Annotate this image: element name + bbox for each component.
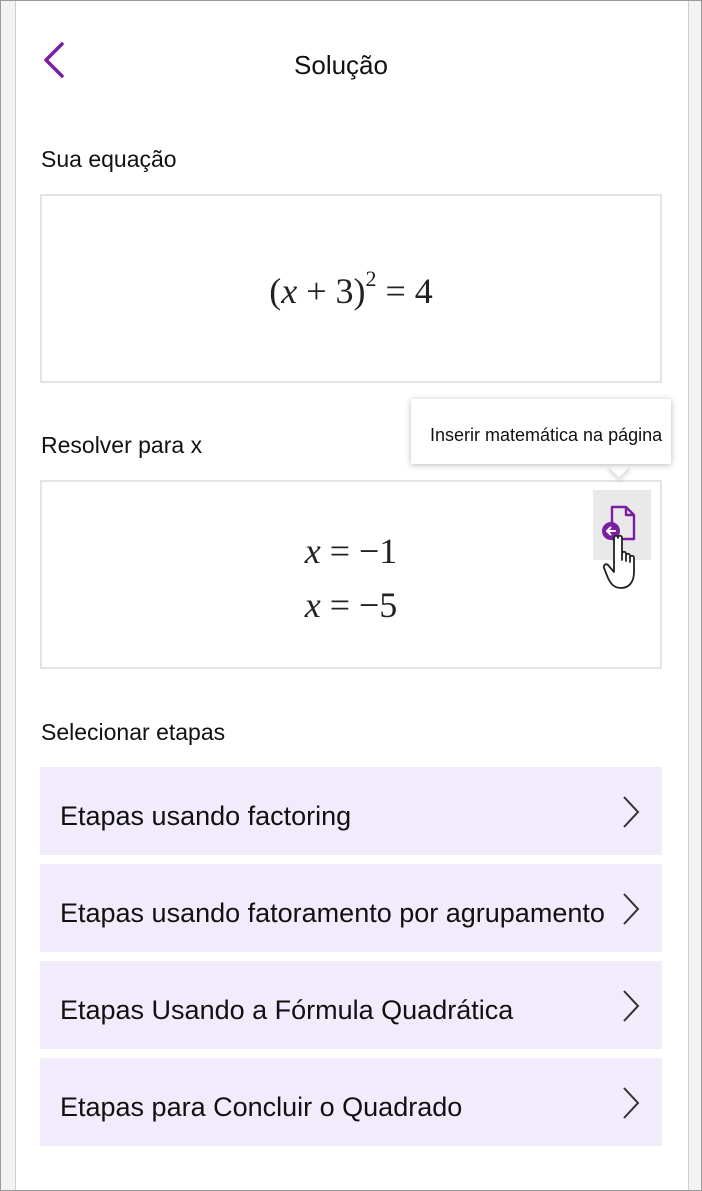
insert-math-tooltip: Inserir matemática na página	[411, 399, 671, 464]
hand-cursor-icon	[602, 534, 635, 589]
solution-variable: x	[304, 531, 321, 571]
step-option-complete-square[interactable]: Etapas para Concluir o Quadrado	[40, 1058, 662, 1146]
solution-line: x = −1	[42, 530, 660, 572]
solution-variable: x	[304, 585, 321, 625]
equation-exponent: 2	[365, 266, 377, 291]
solution-value: = −5	[320, 585, 398, 625]
equation-rhs: = 4	[376, 271, 433, 311]
solution-value: = −1	[320, 531, 398, 571]
chevron-right-icon	[623, 893, 640, 925]
equation-display: (x + 3)2 = 4	[42, 266, 660, 312]
step-option-factoring[interactable]: Etapas usando factoring	[40, 767, 662, 855]
equation-section-label: Sua equação	[41, 146, 177, 172]
chevron-right-icon	[623, 990, 640, 1022]
equation-plus-term: + 3)	[297, 271, 366, 311]
equation-box: (x + 3)2 = 4	[40, 194, 662, 383]
step-option-label: Etapas para Concluir o Quadrado	[60, 1092, 463, 1122]
chevron-right-icon	[623, 796, 640, 828]
window-frame-right	[688, 0, 702, 1191]
equation-open-paren: (	[269, 271, 282, 311]
step-option-label: Etapas usando fatoramento por agrupament…	[60, 898, 605, 928]
window-frame-left	[0, 0, 16, 1191]
chevron-right-icon	[623, 1087, 640, 1119]
solution-line: x = −5	[42, 584, 660, 626]
equation-variable: x	[281, 271, 298, 311]
solve-section-label: Resolver para x	[41, 432, 203, 458]
step-option-label: Etapas Usando a Fórmula Quadrática	[60, 995, 514, 1025]
step-option-grouping[interactable]: Etapas usando fatoramento por agrupament…	[40, 864, 662, 952]
page-title: Solução	[294, 50, 388, 80]
steps-section-label: Selecionar etapas	[41, 719, 226, 745]
step-option-quadratic-formula[interactable]: Etapas Usando a Fórmula Quadrática	[40, 961, 662, 1049]
solution-box: x = −1 x = −5	[40, 480, 662, 669]
step-option-label: Etapas usando factoring	[60, 801, 352, 831]
